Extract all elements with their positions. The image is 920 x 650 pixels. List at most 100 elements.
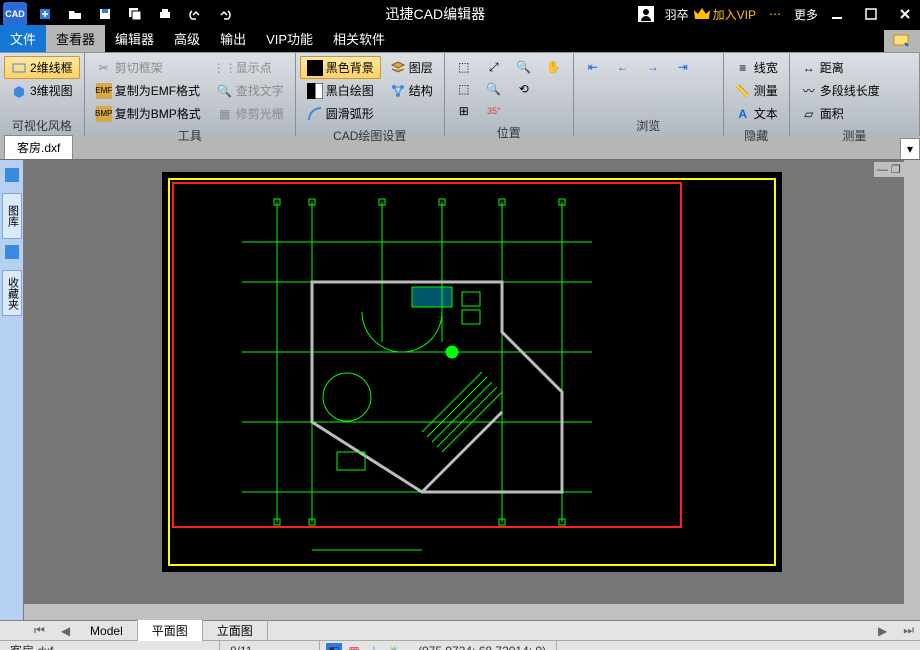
blackbg-icon bbox=[307, 60, 323, 76]
btn-copy-bmp[interactable]: BMP复制为BMP格式 bbox=[89, 102, 208, 125]
app-logo[interactable]: CAD bbox=[3, 2, 27, 26]
btn-zoom-extents[interactable]: ⤢ bbox=[479, 56, 509, 78]
tab-viewer[interactable]: 查看器 bbox=[46, 25, 105, 52]
drawing-canvas[interactable] bbox=[162, 172, 782, 572]
points-icon: ⋮⋮ bbox=[217, 60, 233, 76]
new-icon[interactable] bbox=[33, 2, 57, 26]
btn-2d-wireframe[interactable]: 2维线框 bbox=[4, 56, 80, 79]
side-icon[interactable] bbox=[3, 166, 21, 189]
status-polar-icon[interactable]: ✳ bbox=[386, 643, 402, 650]
btn-distance[interactable]: ↔距离 bbox=[794, 56, 887, 79]
btn-text[interactable]: A文本 bbox=[728, 102, 785, 125]
file-tab-dropdown[interactable]: ▾ bbox=[900, 138, 920, 159]
angle-icon: 35° bbox=[486, 103, 502, 119]
btn-zoom-prev[interactable]: ⬚ bbox=[449, 78, 479, 100]
btn-smooth-arc[interactable]: 圆滑弧形 bbox=[300, 102, 381, 125]
minimize-button[interactable] bbox=[825, 2, 849, 26]
side-icon-2[interactable] bbox=[3, 243, 21, 266]
view-tab-plan[interactable]: 平面图 bbox=[138, 620, 203, 641]
open-icon[interactable] bbox=[63, 2, 87, 26]
tab-editor[interactable]: 编辑器 bbox=[105, 25, 164, 52]
horizontal-scrollbar[interactable] bbox=[24, 604, 920, 620]
ribbon-caption: 可视化风格 bbox=[4, 115, 80, 136]
btn-show-points[interactable]: ⋮⋮显示点 bbox=[210, 56, 291, 79]
view-tab-strip: ⏮ ◀ Model 平面图 立面图 ▶ ⏭ bbox=[0, 620, 920, 640]
btn-zoom-window[interactable]: ⬚ bbox=[449, 56, 479, 78]
close-button[interactable] bbox=[893, 2, 917, 26]
btn-zoom-in[interactable]: 🔍 bbox=[509, 56, 539, 78]
view-tab-model[interactable]: Model bbox=[76, 622, 138, 640]
btn-nav-next[interactable]: → bbox=[638, 56, 668, 78]
btn-snap[interactable]: ⊞ bbox=[449, 100, 479, 122]
btn-structure[interactable]: 结构 bbox=[383, 79, 440, 102]
menu-corner-icon[interactable] bbox=[884, 30, 920, 52]
file-tab[interactable]: 客房.dxf bbox=[4, 135, 73, 159]
zoom-out-icon: 🔍 bbox=[486, 81, 502, 97]
tab-scroll-first[interactable]: ⏮ bbox=[28, 623, 51, 638]
ribbon-group-tools: ✂剪切框架 EMF复制为EMF格式 BMP复制为BMP格式 ⋮⋮显示点 🔍查找文… bbox=[85, 53, 296, 136]
status-snap-icon[interactable]: ◧ bbox=[326, 643, 342, 650]
canvas-viewport[interactable]: — ❐ ✕ bbox=[24, 160, 920, 620]
tab-advanced[interactable]: 高级 bbox=[164, 25, 210, 52]
more-label[interactable]: 更多 bbox=[794, 6, 818, 23]
btn-find-text[interactable]: 🔍查找文字 bbox=[210, 79, 291, 102]
saveas-icon[interactable] bbox=[123, 2, 147, 26]
redo-icon[interactable] bbox=[213, 2, 237, 26]
zoom-prev-icon: ⬚ bbox=[456, 81, 472, 97]
btn-pan[interactable]: ✋ bbox=[539, 56, 569, 78]
save-icon[interactable] bbox=[93, 2, 117, 26]
tab-file[interactable]: 文件 bbox=[0, 25, 46, 52]
tab-scroll-prev[interactable]: ◀ bbox=[55, 624, 76, 638]
undo-icon[interactable] bbox=[183, 2, 207, 26]
btn-measure[interactable]: 📏测量 bbox=[728, 79, 785, 102]
distance-icon: ↔ bbox=[801, 60, 817, 76]
btn-copy-emf[interactable]: EMF复制为EMF格式 bbox=[89, 79, 208, 102]
btn-linewidth[interactable]: ≡线宽 bbox=[728, 56, 785, 79]
vip-button[interactable]: 加入VIP bbox=[693, 6, 756, 23]
more-dots-icon[interactable]: ⋯ bbox=[763, 2, 787, 26]
ribbon-caption: 位置 bbox=[449, 122, 569, 143]
print-icon[interactable] bbox=[153, 2, 177, 26]
tab-vip[interactable]: VIP功能 bbox=[256, 25, 323, 52]
btn-angle[interactable]: 35° bbox=[479, 100, 509, 122]
ribbon-group-hide: ≡线宽 📏测量 A文本 隐藏 bbox=[724, 53, 790, 136]
polyline-icon: 〰 bbox=[801, 83, 817, 99]
zoom-in-icon: 🔍 bbox=[516, 59, 532, 75]
btn-nav-first[interactable]: ⇤ bbox=[578, 56, 608, 78]
status-grid-icon[interactable]: ▦ bbox=[346, 643, 362, 650]
next-icon: → bbox=[645, 59, 661, 75]
status-coords: (975.9734; 68.72014; 0) bbox=[408, 641, 557, 650]
status-ortho-icon[interactable]: ⊥ bbox=[366, 643, 382, 650]
vertical-scrollbar[interactable] bbox=[904, 160, 920, 604]
btn-zoom-out[interactable]: 🔍 bbox=[479, 78, 509, 100]
btn-3d-view[interactable]: 3维视图 bbox=[4, 79, 80, 102]
view-tab-elevation[interactable]: 立面图 bbox=[203, 620, 268, 641]
ribbon-caption: 测量 bbox=[794, 125, 915, 146]
btn-area[interactable]: ▱面积 bbox=[794, 102, 887, 125]
tab-scroll-next[interactable]: ▶ bbox=[872, 624, 893, 638]
maximize-button[interactable] bbox=[859, 2, 883, 26]
emf-icon: EMF bbox=[96, 83, 112, 99]
btn-nav-last[interactable]: ⇥ bbox=[668, 56, 698, 78]
zoom-window-icon: ⬚ bbox=[456, 59, 472, 75]
last-icon: ⇥ bbox=[675, 59, 691, 75]
tab-related[interactable]: 相关软件 bbox=[323, 25, 395, 52]
side-tab-favorites[interactable]: 收藏夹 bbox=[2, 270, 22, 316]
btn-polyline-len[interactable]: 〰多段线长度 bbox=[794, 79, 887, 102]
btn-black-bg[interactable]: 黑色背景 bbox=[300, 56, 381, 79]
side-tab-library[interactable]: 图库 bbox=[2, 193, 22, 239]
bw-icon bbox=[307, 83, 323, 99]
tab-output[interactable]: 输出 bbox=[210, 25, 256, 52]
cad-drawing bbox=[162, 172, 782, 572]
btn-clip-frame[interactable]: ✂剪切框架 bbox=[89, 56, 208, 79]
ribbon-group-style: 2维线框 3维视图 可视化风格 bbox=[0, 53, 85, 136]
btn-rotate[interactable]: ⟲ bbox=[509, 78, 539, 100]
crown-icon bbox=[693, 7, 711, 21]
tab-scroll-last[interactable]: ⏭ bbox=[897, 623, 920, 638]
btn-nav-prev[interactable]: ← bbox=[608, 56, 638, 78]
btn-layers[interactable]: 图层 bbox=[383, 56, 440, 79]
btn-bw-draw[interactable]: 黑白绘图 bbox=[300, 79, 381, 102]
btn-trim-raster[interactable]: ▦修剪光栅 bbox=[210, 102, 291, 125]
layers-icon bbox=[390, 60, 406, 76]
user-icon[interactable] bbox=[634, 2, 658, 26]
